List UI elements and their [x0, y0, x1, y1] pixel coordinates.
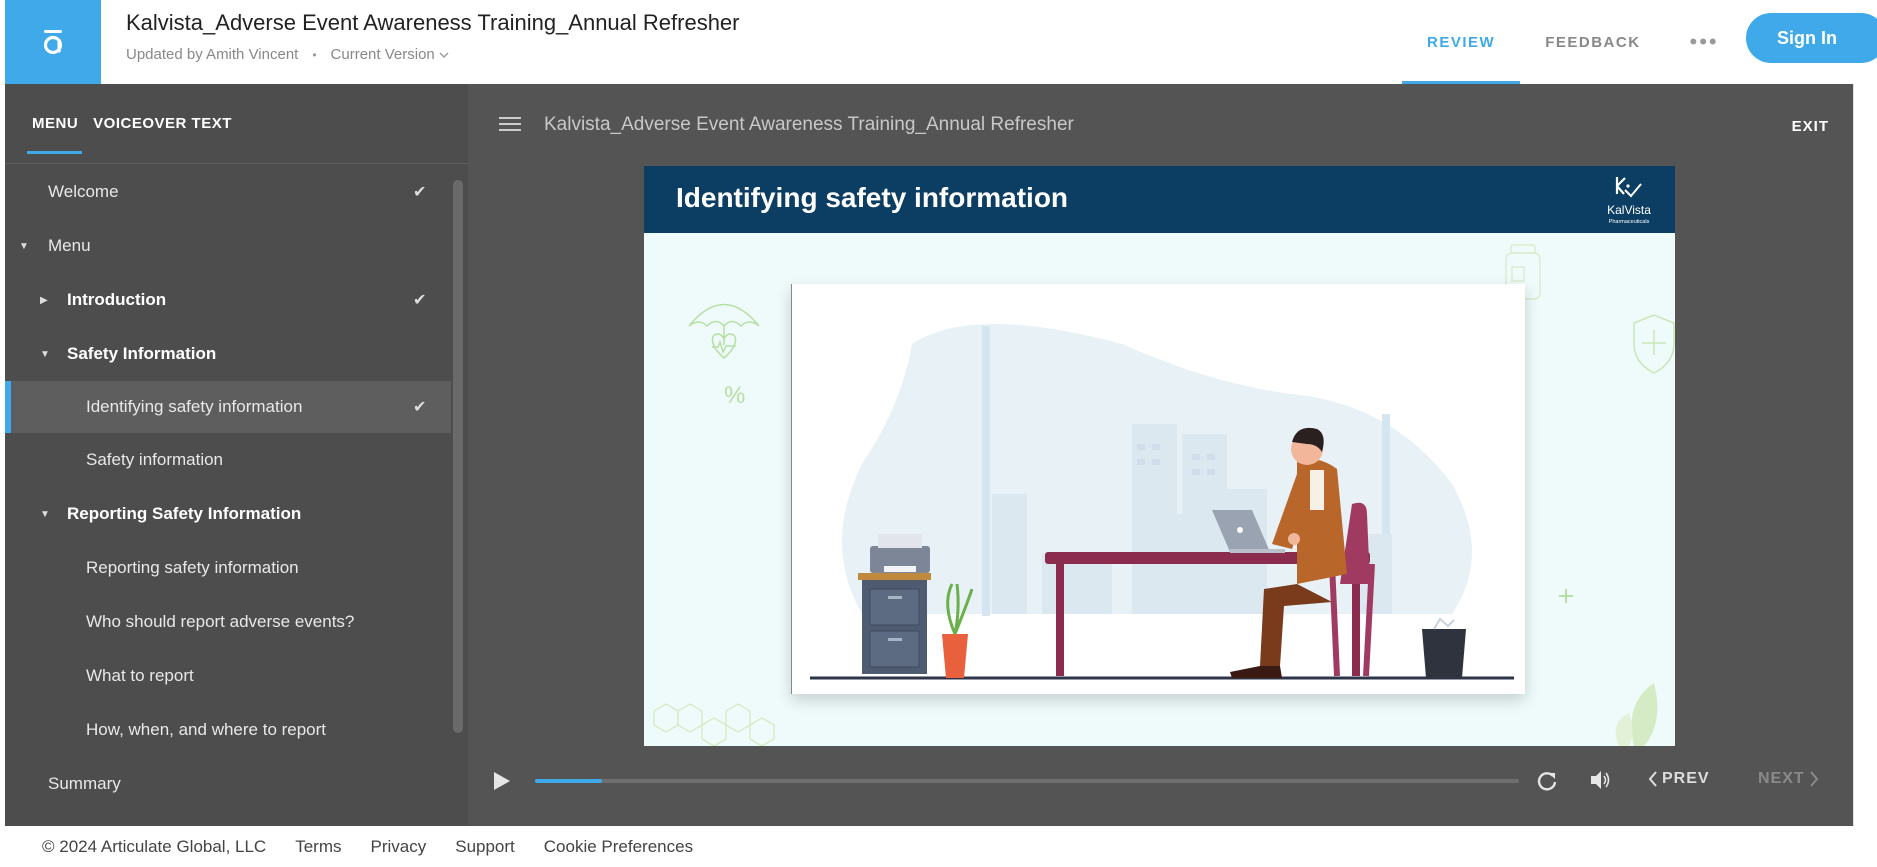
footer-link-terms[interactable]: Terms	[295, 837, 341, 857]
kalvista-logo-mark: KalVista Pharmaceuticals	[1607, 177, 1651, 225]
document-meta: Updated by Amith Vincent • Current Versi…	[126, 46, 449, 63]
menu-item-label: Reporting safety information	[86, 558, 299, 577]
check-icon: ✔	[413, 184, 427, 201]
menu-item-label: How, when, and where to report	[86, 720, 327, 739]
menu-item-welcome[interactable]: Welcome ✔	[5, 165, 451, 219]
menu-item-how-when-where[interactable]: How, when, and where to report	[5, 703, 451, 757]
sign-in-button[interactable]: Sign In	[1746, 13, 1877, 63]
footer-link-support[interactable]: Support	[455, 837, 515, 857]
percent-icon: %	[724, 382, 745, 409]
shield-plus-icon	[1633, 314, 1675, 374]
slide: Identifying safety information KalVista …	[644, 166, 1675, 746]
articulate-logo-icon	[43, 30, 63, 55]
menu-item-label: Menu	[48, 236, 91, 255]
footer-copyright: © 2024 Articulate Global, LLC	[42, 836, 267, 856]
play-icon[interactable]	[492, 770, 512, 797]
replay-icon[interactable]	[1536, 770, 1558, 797]
menu-item-label: Welcome	[48, 182, 119, 201]
version-label: Current Version	[330, 46, 435, 63]
meta-separator: •	[312, 47, 317, 62]
more-options-icon[interactable]: •••	[1666, 0, 1743, 84]
exit-button[interactable]: EXIT	[1792, 118, 1829, 135]
prev-label: PREV	[1662, 770, 1710, 787]
version-dropdown[interactable]: Current Version	[331, 46, 449, 63]
player-title: Kalvista_Adverse Event Awareness Trainin…	[544, 114, 1074, 135]
course-sidebar: MENU VOICEOVER TEXT Welcome ✔ ▼ Menu ▶ I…	[5, 84, 468, 826]
tab-review[interactable]: REVIEW	[1402, 0, 1521, 84]
next-button[interactable]: NEXT	[1758, 770, 1819, 788]
molecule-icon	[653, 703, 775, 746]
chevron-left-icon	[1648, 771, 1657, 787]
slide-illustration	[791, 284, 1525, 694]
footer: © 2024 Articulate Global, LLC Terms Priv…	[5, 826, 1877, 867]
next-label: NEXT	[1758, 770, 1805, 787]
course-menu: Welcome ✔ ▼ Menu ▶ Introduction ✔ ▼ Safe…	[5, 165, 451, 811]
menu-item-introduction[interactable]: ▶ Introduction ✔	[5, 273, 451, 327]
person-at-desk-illustration	[810, 324, 1514, 680]
hamburger-menu-icon[interactable]	[499, 117, 521, 131]
menu-item-summary[interactable]: Summary	[5, 757, 451, 811]
top-tabs: REVIEW FEEDBACK •••	[1402, 0, 1743, 84]
chevron-down-icon	[439, 52, 449, 58]
menu-item-label: What to report	[86, 666, 194, 685]
menu-item-label: Who should report adverse events?	[86, 612, 355, 631]
chevron-right-icon	[1809, 771, 1818, 787]
updated-by: Updated by Amith Vincent	[126, 46, 299, 63]
footer-link-cookie-preferences[interactable]: Cookie Preferences	[544, 837, 693, 857]
caret-down-icon: ▼	[40, 508, 50, 520]
top-bar: Kalvista_Adverse Event Awareness Trainin…	[5, 0, 1877, 84]
menu-item-label: Summary	[48, 774, 121, 793]
menu-item-label: Safety Information	[67, 344, 217, 363]
check-icon: ✔	[413, 399, 427, 416]
caret-down-icon: ▼	[40, 348, 50, 360]
menu-item-label: Identifying safety information	[86, 397, 303, 416]
sidebar-scrollbar[interactable]	[453, 180, 463, 733]
menu-item-label: Reporting Safety Information	[67, 504, 302, 523]
player-controls: PREV NEXT	[468, 746, 1853, 826]
course-player: Kalvista_Adverse Event Awareness Trainin…	[468, 84, 1853, 826]
umbrella-heart-icon	[688, 303, 760, 359]
caret-down-icon: ▼	[19, 240, 29, 252]
menu-item-what-to-report[interactable]: What to report	[5, 649, 451, 703]
plus-icon	[1559, 589, 1573, 603]
menu-item-safety-information[interactable]: ▼ Safety Information	[5, 327, 451, 381]
slide-title: Identifying safety information	[676, 182, 1069, 213]
prev-button[interactable]: PREV	[1648, 770, 1710, 788]
tab-voiceover-text[interactable]: VOICEOVER TEXT	[93, 115, 232, 132]
footer-link-privacy[interactable]: Privacy	[371, 837, 427, 857]
caret-right-icon: ▶	[40, 294, 48, 306]
sidebar-tabs: MENU VOICEOVER TEXT	[5, 84, 468, 164]
tab-feedback[interactable]: FEEDBACK	[1520, 0, 1665, 84]
leaf-decoration	[1615, 683, 1658, 746]
right-edge-panel	[1853, 84, 1877, 826]
menu-item-identifying-safety-information[interactable]: Identifying safety information ✔	[5, 381, 451, 433]
logo-text: KalVista	[1607, 203, 1651, 217]
volume-icon[interactable]	[1588, 769, 1612, 796]
check-icon: ✔	[413, 292, 427, 309]
seek-bar-progress	[535, 779, 602, 783]
articulate-logo[interactable]	[5, 0, 101, 84]
menu-item-who-should-report[interactable]: Who should report adverse events?	[5, 595, 451, 649]
logo-subtext: Pharmaceuticals	[1609, 219, 1650, 225]
seek-bar[interactable]	[535, 779, 1519, 783]
menu-item-menu[interactable]: ▼ Menu	[5, 219, 451, 273]
menu-item-reporting-safety-information[interactable]: ▼ Reporting Safety Information	[5, 487, 451, 541]
document-title: Kalvista_Adverse Event Awareness Trainin…	[126, 10, 740, 35]
slide-header: Identifying safety information KalVista …	[644, 166, 1675, 233]
menu-item-label: Introduction	[67, 290, 167, 309]
menu-item-label: Safety information	[86, 450, 224, 469]
kalvista-logo: KalVista Pharmaceuticals	[1599, 172, 1659, 228]
menu-item-safety-information-page[interactable]: Safety information	[5, 433, 451, 487]
player-header: Kalvista_Adverse Event Awareness Trainin…	[468, 84, 1853, 164]
tab-menu[interactable]: MENU	[26, 115, 83, 154]
menu-item-reporting-safety-information-page[interactable]: Reporting safety information	[5, 541, 451, 595]
review-app: Kalvista_Adverse Event Awareness Trainin…	[0, 0, 1877, 867]
